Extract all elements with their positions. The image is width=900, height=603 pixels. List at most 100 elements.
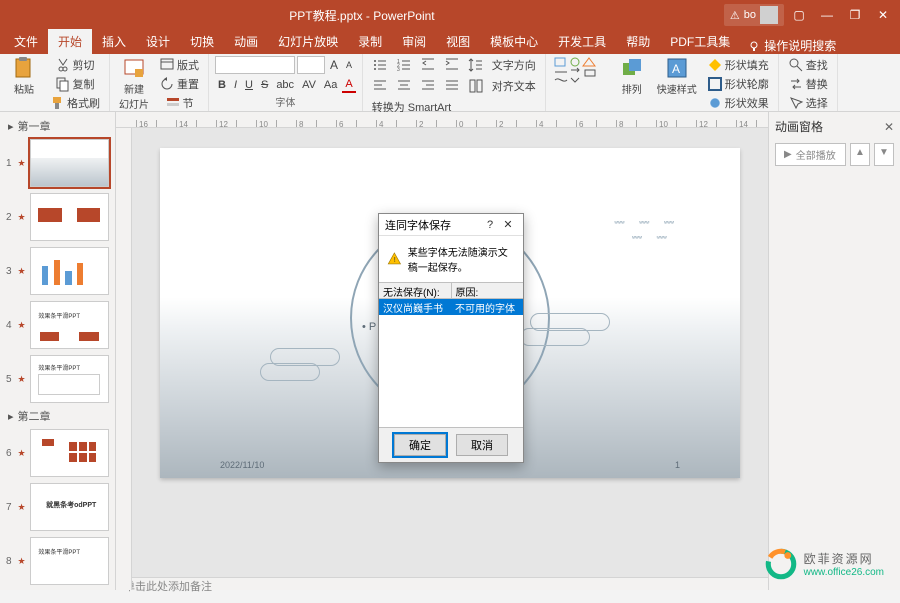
tab-record[interactable]: 录制 [348, 29, 392, 54]
char-spacing-button[interactable]: AV [299, 78, 319, 92]
line-spacing-button[interactable] [465, 56, 487, 74]
increase-indent-button[interactable] [441, 56, 463, 74]
tab-developer[interactable]: 开发工具 [548, 29, 616, 54]
ribbon-display-options-button[interactable]: ▢ [786, 3, 812, 27]
align-left-button[interactable] [369, 77, 391, 95]
notes-input[interactable]: 单击此处添加备注 [116, 577, 768, 590]
bullets-button[interactable] [369, 56, 391, 74]
justify-button[interactable] [441, 77, 463, 95]
tab-insert[interactable]: 插入 [92, 29, 136, 54]
decrease-font-button[interactable]: A [343, 59, 355, 71]
slide-thumb-1[interactable] [30, 139, 109, 187]
move-down-button[interactable]: ▼ [874, 143, 894, 166]
tell-me-search[interactable]: 操作说明搜索 [740, 37, 844, 54]
dialog-titlebar[interactable]: 连同字体保存 ? ✕ [379, 214, 523, 236]
align-text-button[interactable]: 对齐文本 [489, 77, 539, 95]
slide-thumb-3[interactable] [30, 247, 109, 295]
user-name: bo [744, 9, 756, 21]
tab-view[interactable]: 视图 [436, 29, 480, 54]
slide-thumb-2[interactable] [30, 193, 109, 241]
italic-button[interactable]: I [231, 78, 240, 92]
svg-text:3: 3 [397, 67, 400, 73]
font-list-row[interactable]: 汉仪尚巍手书W 不可用的字体 [379, 299, 523, 315]
restore-button[interactable]: ❐ [842, 3, 868, 27]
tab-review[interactable]: 审阅 [392, 29, 436, 54]
lightbulb-icon [748, 40, 760, 52]
fill-icon [707, 57, 723, 73]
reset-button[interactable]: 重置 [156, 75, 202, 93]
quick-styles-button[interactable]: A 快速样式 [654, 56, 700, 97]
ok-button[interactable]: 确定 [394, 434, 446, 456]
dialog-help-button[interactable]: ? [481, 219, 499, 231]
tab-file[interactable]: 文件 [4, 29, 48, 54]
shapes-gallery[interactable] [552, 56, 610, 90]
horizontal-ruler[interactable]: 1614121086420246810121416 [116, 112, 768, 128]
avatar [760, 6, 778, 24]
new-slide-button[interactable]: 新建 幻灯片 [116, 56, 152, 112]
tab-home[interactable]: 开始 [48, 29, 92, 54]
change-case-button[interactable]: Aa [321, 78, 340, 92]
paste-button[interactable]: 粘贴 [6, 56, 42, 97]
layout-button[interactable]: 版式 [156, 56, 202, 74]
slide-thumb-4[interactable]: 效果条平滑PPT [30, 301, 109, 349]
font-size-input[interactable] [297, 56, 325, 74]
dialog-close-button[interactable]: ✕ [499, 218, 517, 231]
tab-templates[interactable]: 模板中心 [480, 29, 548, 54]
bold-button[interactable]: B [215, 78, 229, 92]
section-header-1[interactable]: ▸ 第一章 [0, 116, 115, 136]
cancel-button[interactable]: 取消 [456, 434, 508, 456]
tab-slideshow[interactable]: 幻灯片放映 [268, 29, 348, 54]
cut-button[interactable]: 剪切 [52, 56, 98, 74]
strikethrough-button[interactable]: S [258, 78, 271, 92]
shape-effects-button[interactable]: 形状效果 [704, 94, 772, 112]
animation-pane-close-button[interactable]: ✕ [884, 120, 894, 134]
select-button[interactable]: 选择 [785, 94, 831, 112]
arrange-button[interactable]: 排列 [614, 56, 650, 97]
align-center-button[interactable] [393, 77, 415, 95]
column-header-font[interactable]: 无法保存(N): [379, 283, 452, 298]
minimize-button[interactable]: — [814, 3, 840, 27]
slide-thumbnails-panel[interactable]: ▸ 第一章 1★ 2★ 3★ 4★效果条平滑PPT 5★效果条平滑PPT ▸ 第… [0, 112, 116, 590]
slide-thumb-5[interactable]: 效果条平滑PPT [30, 355, 109, 403]
animation-pane: 动画窗格 ✕ ▶ 全部播放 ▲ ▼ [768, 112, 900, 590]
move-up-button[interactable]: ▲ [850, 143, 870, 166]
format-painter-button[interactable]: 格式刷 [46, 94, 103, 112]
tab-design[interactable]: 设计 [136, 29, 180, 54]
shape-fill-button[interactable]: 形状填充 [704, 56, 772, 74]
play-all-button[interactable]: ▶ 全部播放 [775, 143, 846, 166]
replace-button[interactable]: 替换 [785, 75, 831, 93]
slide-thumb-6[interactable] [30, 429, 109, 477]
ribbon: 粘贴 剪切 复制 格式刷 剪贴板 新建 幻灯片 版式 重置 节 幻灯片 [0, 54, 900, 112]
column-header-reason[interactable]: 原因: [452, 283, 524, 298]
align-right-button[interactable] [417, 77, 439, 95]
close-button[interactable]: ✕ [870, 3, 896, 27]
tab-transitions[interactable]: 切换 [180, 29, 224, 54]
text-shadow-button[interactable]: abc [273, 78, 297, 92]
find-button[interactable]: 查找 [785, 56, 831, 74]
slide-page-number: 1 [675, 460, 680, 470]
group-drawing: 排列 A 快速样式 形状填充 形状轮廓 形状效果 绘图 [546, 54, 779, 111]
copy-button[interactable]: 复制 [52, 75, 98, 93]
outline-icon [707, 76, 723, 92]
font-family-input[interactable] [215, 56, 295, 74]
text-direction-button[interactable]: 文字方向 [489, 56, 539, 74]
tab-pdf-tools[interactable]: PDF工具集 [660, 29, 740, 54]
align-center-icon [396, 78, 412, 94]
tab-animations[interactable]: 动画 [224, 29, 268, 54]
dialog-list-body[interactable] [379, 315, 523, 427]
brush-icon [49, 95, 65, 111]
user-badge[interactable]: ⚠ bo [724, 4, 784, 26]
slide-thumb-8[interactable]: 效果条平滑PPT [30, 537, 109, 585]
section-header-2[interactable]: ▸ 第二章 [0, 406, 115, 426]
slide-thumb-7[interactable]: 就黑条考odPPT [30, 483, 109, 531]
underline-button[interactable]: U [242, 78, 256, 92]
numbering-button[interactable]: 123 [393, 56, 415, 74]
columns-button[interactable] [465, 77, 487, 95]
font-color-button[interactable]: A [342, 77, 355, 93]
decrease-indent-button[interactable] [417, 56, 439, 74]
section-button[interactable]: 节 [162, 94, 197, 112]
tab-help[interactable]: 帮助 [616, 29, 660, 54]
group-editing: 查找 替换 选择 编辑 [779, 54, 838, 111]
increase-font-button[interactable]: A [327, 57, 341, 73]
shape-outline-button[interactable]: 形状轮廓 [704, 75, 772, 93]
